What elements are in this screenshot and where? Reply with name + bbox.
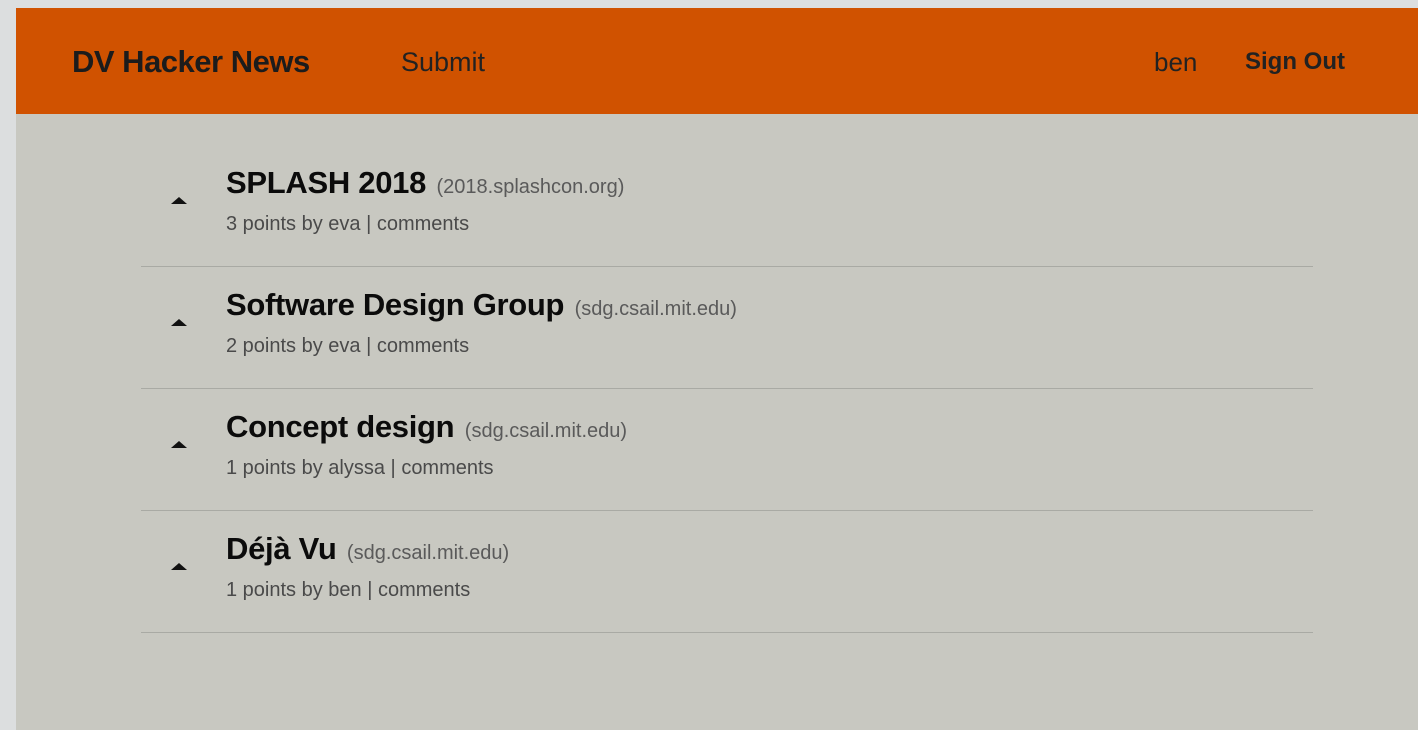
story-list: SPLASH 2018 (2018.splashcon.org) 3 point… [141,145,1313,633]
story-meta: 1 points by ben | comments [226,579,470,602]
story-item: Déjà Vu (sdg.csail.mit.edu) 1 points by … [141,511,1313,633]
comments-link[interactable]: comments [377,335,469,357]
upvote-icon[interactable] [171,319,187,326]
upvote-icon[interactable] [171,563,187,570]
story-author-link[interactable]: eva [328,335,360,357]
story-domain: (sdg.csail.mit.edu) [574,298,737,320]
story-points: 2 [226,335,238,357]
story-headline: SPLASH 2018 (2018.splashcon.org) [226,165,624,201]
story-item: Concept design (sdg.csail.mit.edu) 1 poi… [141,389,1313,511]
app-container: DV Hacker News Submit ben Sign Out SPLAS… [16,8,1418,730]
upvote-icon[interactable] [171,441,187,448]
story-title-link[interactable]: SPLASH 2018 [226,165,426,200]
story-headline: Software Design Group (sdg.csail.mit.edu… [226,287,737,323]
meta-separator: | [385,457,402,479]
story-title-link[interactable]: Software Design Group [226,287,564,322]
submit-link[interactable]: Submit [401,47,485,78]
sign-out-link[interactable]: Sign Out [1245,48,1345,76]
story-points: 3 [226,213,238,235]
story-item: Software Design Group (sdg.csail.mit.edu… [141,267,1313,389]
brand-link[interactable]: DV Hacker News [72,44,310,80]
story-headline: Concept design (sdg.csail.mit.edu) [226,409,627,445]
story-author-link[interactable]: alyssa [328,457,385,479]
story-domain: (sdg.csail.mit.edu) [346,542,510,564]
story-author-link[interactable]: ben [328,579,361,601]
story-meta: 2 points by eva | comments [226,335,469,358]
upvote-icon[interactable] [171,197,187,204]
story-domain: (2018.splashcon.org) [436,176,625,198]
story-headline: Déjà Vu (sdg.csail.mit.edu) [226,531,509,567]
username-link[interactable]: ben [1154,47,1197,78]
story-title-link[interactable]: Déjà Vu [226,531,337,566]
points-by-label: points by [237,579,329,601]
comments-link[interactable]: comments [401,457,493,479]
meta-separator: | [360,335,377,357]
comments-link[interactable]: comments [378,579,470,601]
story-points: 1 [226,579,238,601]
meta-separator: | [360,213,377,235]
story-meta: 3 points by eva | comments [226,213,469,236]
story-domain: (sdg.csail.mit.edu) [464,420,628,442]
points-by-label: points by [237,457,329,479]
story-author-link[interactable]: eva [328,213,360,235]
story-meta: 1 points by alyssa | comments [226,457,494,480]
meta-separator: | [361,579,378,601]
story-points: 1 [226,457,238,479]
top-navbar: DV Hacker News Submit ben Sign Out [16,8,1418,114]
points-by-label: points by [237,213,329,235]
points-by-label: points by [237,335,329,357]
story-item: SPLASH 2018 (2018.splashcon.org) 3 point… [141,145,1313,267]
story-title-link[interactable]: Concept design [226,409,455,444]
comments-link[interactable]: comments [377,213,469,235]
